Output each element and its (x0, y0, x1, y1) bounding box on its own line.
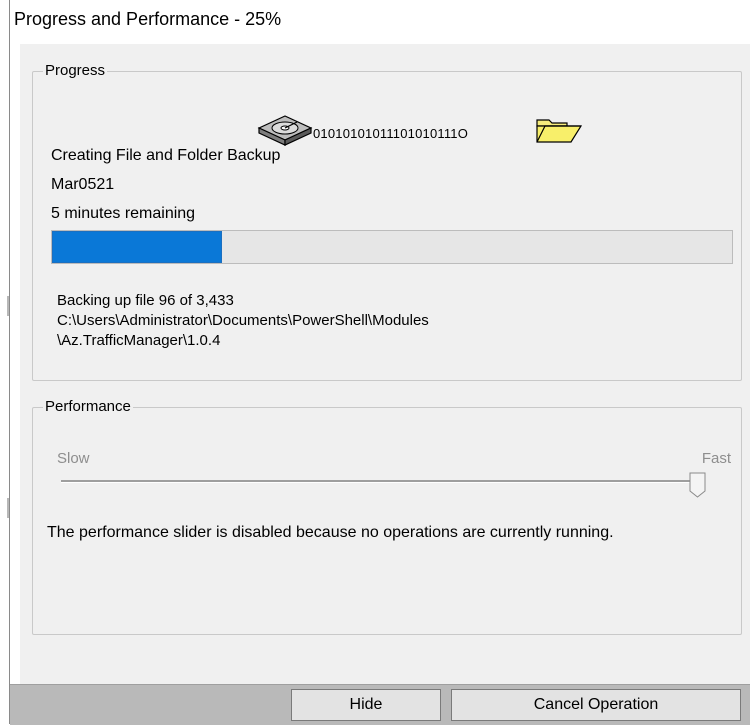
cancel-operation-button[interactable]: Cancel Operation (451, 689, 741, 721)
operation-label: Creating File and Folder Backup (51, 147, 281, 164)
dialog-footer: Hide Cancel Operation (10, 684, 750, 725)
progress-group: Progress 01010101011101010111O Creating … (32, 62, 742, 381)
window-edge-mark (7, 296, 9, 316)
slider-max-label: Fast (701, 450, 731, 467)
backup-animation: 01010101011101010111O (255, 112, 585, 146)
hide-button[interactable]: Hide (291, 689, 441, 721)
file-path-line-1: C:\Users\Administrator\Documents\PowerSh… (57, 312, 429, 329)
performance-slider[interactable] (61, 480, 693, 483)
slider-min-label: Slow (57, 450, 90, 467)
progress-bar (51, 230, 733, 264)
file-path-line-2: \Az.TrafficManager\1.0.4 (57, 332, 221, 349)
data-transfer-bits: 01010101011101010111O (313, 126, 469, 141)
performance-group: Performance Slow Fast The performance sl… (32, 398, 742, 635)
backup-name: Mar0521 (51, 176, 115, 193)
performance-disabled-note: The performance slider is disabled becau… (47, 524, 614, 541)
performance-slider-thumb[interactable] (689, 472, 706, 498)
performance-group-label: Performance (43, 398, 133, 415)
progress-group-label: Progress (43, 62, 108, 79)
time-remaining: 5 minutes remaining (51, 205, 196, 222)
window-title: Progress and Performance - 25% (14, 9, 282, 29)
window-edge-mark (7, 498, 9, 518)
disk-drive-icon (257, 115, 313, 146)
folder-icon (536, 119, 583, 143)
window-left-edge (9, 0, 10, 724)
file-count-status: Backing up file 96 of 3,433 (57, 292, 234, 309)
progress-bar-fill (52, 231, 222, 263)
dialog-body: Progress 01010101011101010111O Creating … (20, 44, 750, 684)
